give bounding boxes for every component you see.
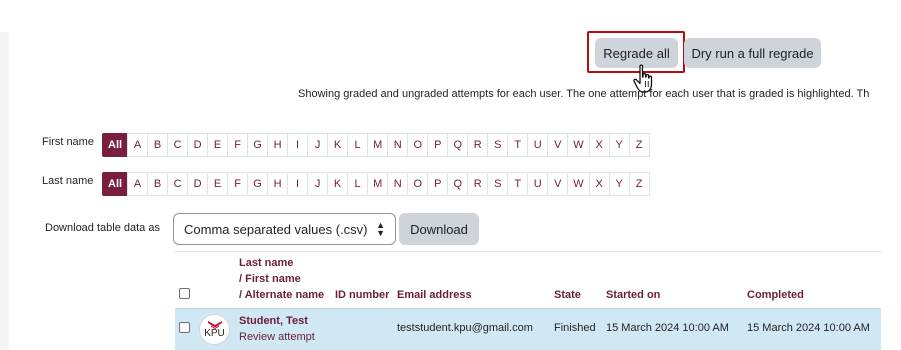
- first-name-initial-x[interactable]: X: [588, 133, 610, 157]
- first-name-initial-i[interactable]: I: [287, 133, 309, 157]
- first-name-initial-y[interactable]: Y: [608, 133, 630, 157]
- last-name-initial-v[interactable]: V: [547, 172, 569, 196]
- left-rail: [0, 32, 9, 350]
- last-name-filter-label: Last name: [42, 175, 94, 187]
- attempts-info-text: Showing graded and ungraded attempts for…: [298, 88, 870, 100]
- first-name-initial-p[interactable]: P: [427, 133, 449, 157]
- last-name-initial-f[interactable]: F: [227, 172, 249, 196]
- first-name-initial-e[interactable]: E: [207, 133, 229, 157]
- first-name-initials-bar: All A B C D E F G H I J K L M N O P Q R S T U V W X Y Z: [102, 133, 650, 157]
- first-name-initial-c[interactable]: C: [167, 133, 189, 157]
- download-format-value: Comma separated values (.csv): [184, 221, 368, 237]
- column-divider: [235, 309, 236, 350]
- download-button[interactable]: Download: [399, 213, 479, 245]
- first-name-initial-g[interactable]: G: [247, 133, 269, 157]
- first-name-initial-all[interactable]: All: [102, 133, 129, 157]
- last-name-initial-i[interactable]: I: [287, 172, 309, 196]
- last-name-initial-p[interactable]: P: [427, 172, 449, 196]
- last-name-initial-u[interactable]: U: [527, 172, 549, 196]
- first-name-initial-d[interactable]: D: [187, 133, 209, 157]
- first-name-initial-a[interactable]: A: [127, 133, 149, 157]
- last-name-initial-x[interactable]: X: [588, 172, 610, 196]
- column-divider: [393, 309, 394, 350]
- header-completed[interactable]: Completed: [747, 287, 804, 303]
- select-all-checkbox[interactable]: [179, 288, 190, 299]
- last-name-initial-k[interactable]: K: [327, 172, 349, 196]
- last-name-initial-m[interactable]: M: [367, 172, 389, 196]
- header-state[interactable]: State: [554, 287, 581, 303]
- last-name-initial-o[interactable]: O: [407, 172, 429, 196]
- review-attempt-link[interactable]: Review attempt: [239, 331, 315, 343]
- last-name-initial-t[interactable]: T: [507, 172, 529, 196]
- last-name-initial-g[interactable]: G: [247, 172, 269, 196]
- table-row: KPU Student, Test Review attempt teststu…: [175, 308, 881, 350]
- last-name-initial-a[interactable]: A: [127, 172, 149, 196]
- first-name-initial-k[interactable]: K: [327, 133, 349, 157]
- attempts-table: Last name / First name / Alternate name …: [175, 251, 881, 350]
- last-name-initial-z[interactable]: Z: [628, 172, 650, 196]
- last-name-initial-all[interactable]: All: [102, 172, 129, 196]
- first-name-initial-l[interactable]: L: [347, 133, 369, 157]
- last-name-initial-h[interactable]: H: [267, 172, 289, 196]
- first-name-initial-q[interactable]: Q: [447, 133, 469, 157]
- first-name-filter-label: First name: [42, 136, 94, 148]
- last-name-initial-e[interactable]: E: [207, 172, 229, 196]
- first-name-initial-w[interactable]: W: [567, 133, 590, 157]
- last-name-initial-n[interactable]: N: [387, 172, 409, 196]
- first-name-initial-t[interactable]: T: [507, 133, 529, 157]
- last-name-initial-d[interactable]: D: [187, 172, 209, 196]
- last-name-initial-b[interactable]: B: [147, 172, 169, 196]
- last-name-initial-q[interactable]: Q: [447, 172, 469, 196]
- first-name-initial-f[interactable]: F: [227, 133, 249, 157]
- last-name-initial-w[interactable]: W: [567, 172, 590, 196]
- last-name-initials-bar: All A B C D E F G H I J K L M N O P Q R S T U V W X Y Z: [102, 172, 650, 196]
- first-name-initial-m[interactable]: M: [367, 133, 389, 157]
- first-name-initial-o[interactable]: O: [407, 133, 429, 157]
- column-divider: [331, 309, 332, 350]
- first-name-initial-s[interactable]: S: [487, 133, 509, 157]
- first-name-initial-h[interactable]: H: [267, 133, 289, 157]
- header-id-number[interactable]: ID number: [335, 287, 389, 303]
- dry-run-regrade-button[interactable]: Dry run a full regrade: [684, 38, 821, 68]
- last-name-initial-s[interactable]: S: [487, 172, 509, 196]
- first-name-initial-b[interactable]: B: [147, 133, 169, 157]
- completed-cell: 15 March 2024 10:00 AM: [747, 322, 870, 334]
- last-name-initial-j[interactable]: J: [307, 172, 329, 196]
- select-arrows-icon: ▲ ▼: [376, 220, 385, 238]
- last-name-initial-c[interactable]: C: [167, 172, 189, 196]
- last-name-initial-y[interactable]: Y: [608, 172, 630, 196]
- first-name-initial-u[interactable]: U: [527, 133, 549, 157]
- avatar-text: KPU: [204, 327, 225, 339]
- state-cell: Finished: [554, 322, 596, 334]
- last-name-initial-r[interactable]: R: [467, 172, 489, 196]
- download-format-select[interactable]: Comma separated values (.csv) ▲ ▼: [173, 213, 396, 245]
- row-select-checkbox[interactable]: [179, 322, 190, 333]
- first-name-initial-j[interactable]: J: [307, 133, 329, 157]
- download-label: Download table data as: [45, 222, 160, 234]
- first-name-initial-n[interactable]: N: [387, 133, 409, 157]
- email-cell: teststudent.kpu@gmail.com: [397, 322, 533, 334]
- first-name-initial-v[interactable]: V: [547, 133, 569, 157]
- header-email[interactable]: Email address: [397, 287, 472, 303]
- table-top-border: [175, 251, 881, 252]
- header-alternate-name[interactable]: / Alternate name: [239, 287, 324, 303]
- header-last-name[interactable]: Last name: [239, 255, 293, 271]
- header-started-on[interactable]: Started on: [606, 287, 660, 303]
- last-name-initial-l[interactable]: L: [347, 172, 369, 196]
- first-name-initial-z[interactable]: Z: [628, 133, 650, 157]
- student-name-link[interactable]: Student, Test: [239, 315, 308, 327]
- avatar[interactable]: KPU: [199, 314, 230, 345]
- started-on-cell: 15 March 2024 10:00 AM: [606, 322, 729, 334]
- first-name-initial-r[interactable]: R: [467, 133, 489, 157]
- header-first-name[interactable]: / First name: [239, 271, 301, 287]
